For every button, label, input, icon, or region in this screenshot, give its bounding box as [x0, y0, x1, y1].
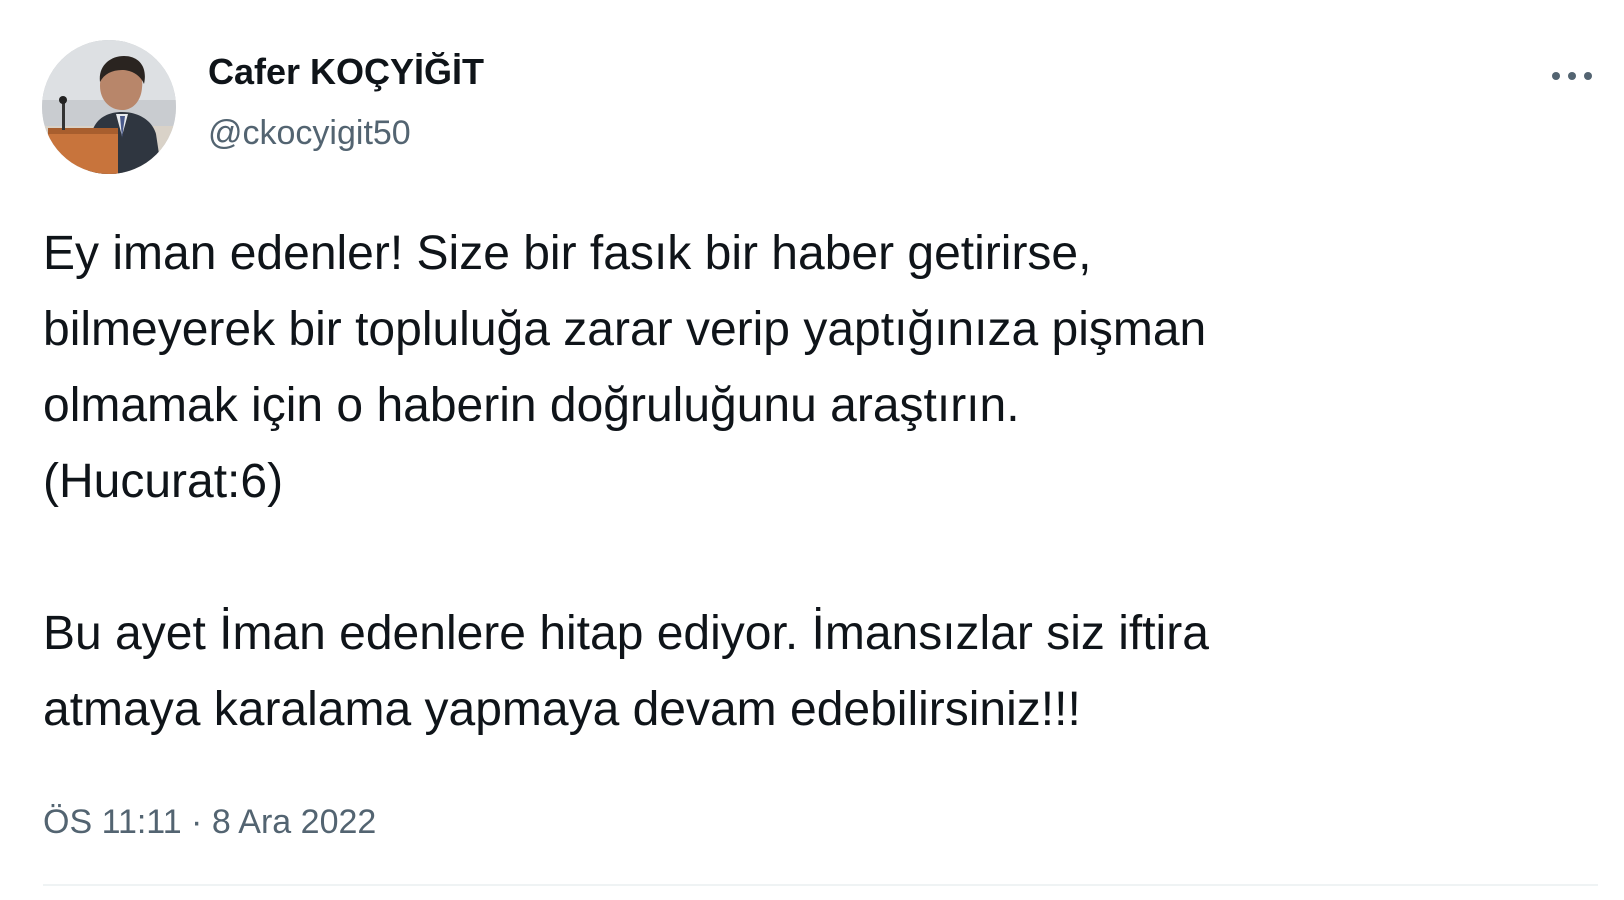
tweet-text-line: Ey iman edenler! Size bir fasık bir habe…: [43, 227, 1092, 280]
more-options-button[interactable]: [1546, 54, 1598, 98]
tweet-text-line: Bu ayet İman edenlere hitap ediyor. İman…: [43, 607, 1209, 660]
author-avatar[interactable]: [42, 40, 176, 174]
tweet-text-line: olmamak için o haberin doğruluğunu araşt…: [43, 379, 1020, 432]
tweet-card: Cafer KOÇYİĞİT @ckocyigit50 Ey iman eden…: [0, 0, 1624, 900]
tweet-text: Ey iman edenler! Size bir fasık bir habe…: [43, 216, 1603, 748]
more-horizontal-icon: [1552, 72, 1592, 80]
tweet-timestamp[interactable]: ÖS 11:11 · 8 Ara 2022: [43, 801, 376, 843]
tweet-text-line: bilmeyerek bir topluluğa zarar verip yap…: [43, 303, 1207, 356]
tweet-text-line: atmaya karalama yapmaya devam edebilirsi…: [43, 683, 1081, 736]
author-display-name[interactable]: Cafer KOÇYİĞİT: [208, 50, 484, 94]
author-handle[interactable]: @ckocyigit50: [208, 112, 411, 154]
tweet-text-line: (Hucurat:6): [43, 455, 284, 508]
profile-photo-icon: [42, 40, 176, 174]
divider: [43, 884, 1598, 886]
